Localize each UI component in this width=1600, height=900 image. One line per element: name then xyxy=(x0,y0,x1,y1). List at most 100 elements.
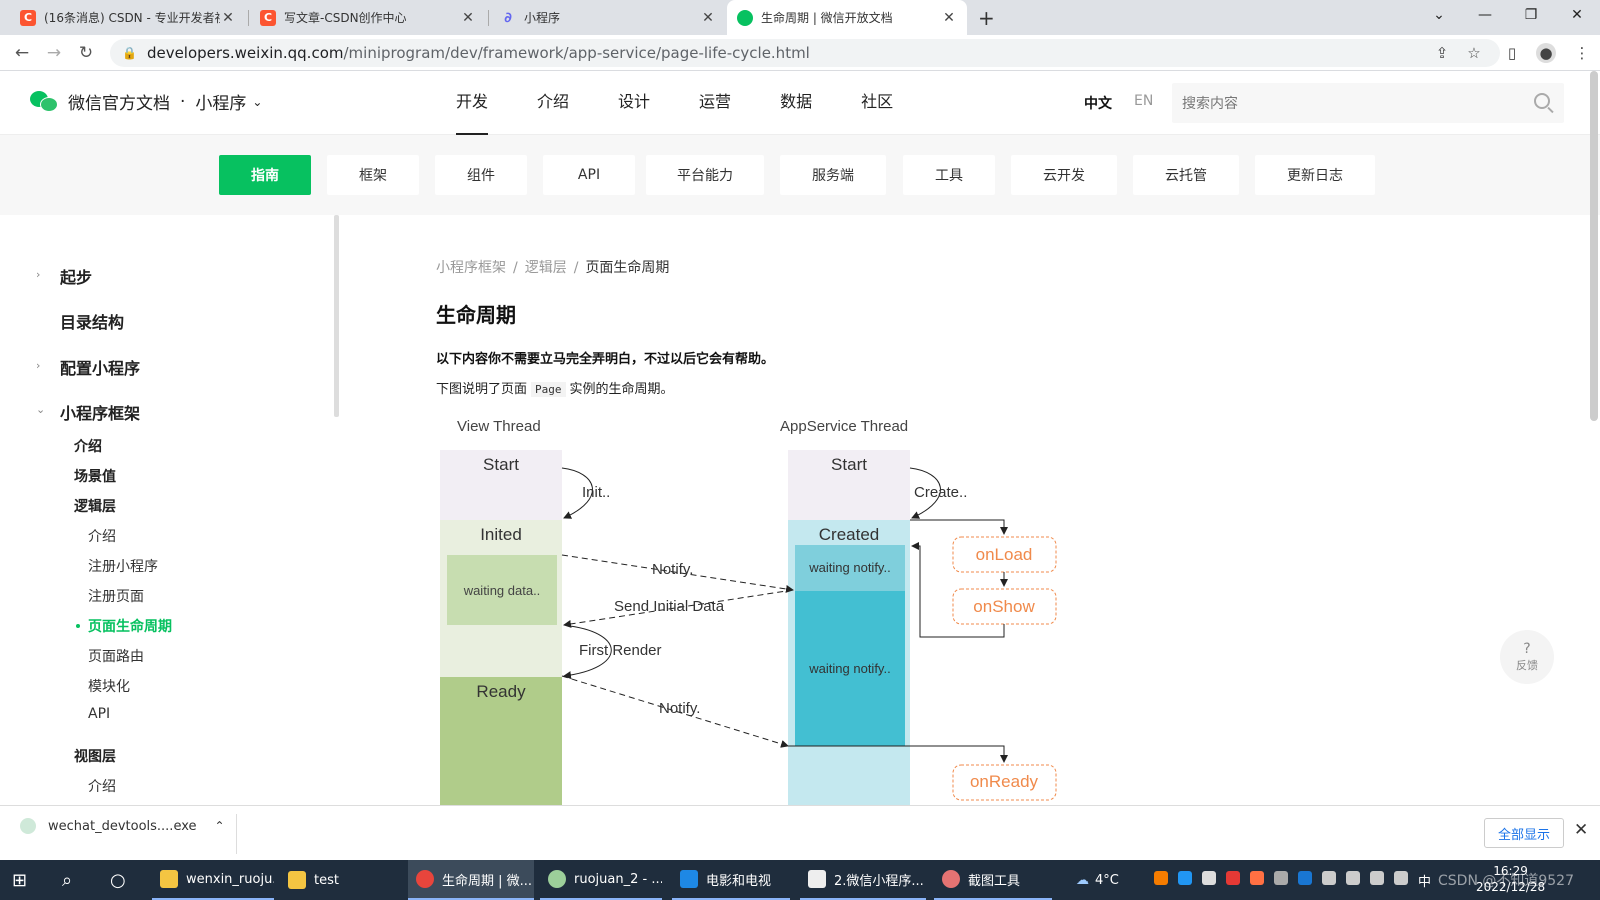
site-logo[interactable]: 微信官方文档 · 小程序 ⌄ xyxy=(30,89,262,114)
sidebar-item-getting-started[interactable]: 起步 xyxy=(60,264,92,288)
taskbar-label: 电影和电视 xyxy=(706,873,772,889)
tray-app-icon[interactable] xyxy=(1322,871,1336,885)
browser-tab-csdn-editor[interactable]: C 写文章-CSDN创作中心 ✕ xyxy=(250,0,486,35)
browser-tab-miniprogram[interactable]: ∂ 小程序 ✕ xyxy=(490,0,726,35)
sidebar-item-page-lifecycle[interactable]: 页面生命周期 xyxy=(88,616,172,636)
tray-shield-icon[interactable] xyxy=(1202,871,1216,885)
side-panel-icon[interactable]: ▯ xyxy=(1502,43,1522,63)
tab-search-icon[interactable]: ⌄ xyxy=(1416,0,1462,30)
nav-design[interactable]: 设计 xyxy=(618,71,650,135)
tray-app-icon[interactable] xyxy=(1178,871,1192,885)
new-tab-button[interactable]: + xyxy=(978,6,995,30)
show-all-button[interactable]: 全部显示 xyxy=(1484,818,1564,848)
waiting-notify-label-2: waiting notify.. xyxy=(808,661,890,676)
back-icon[interactable]: ← xyxy=(10,41,34,65)
subnav-server[interactable]: 服务端 xyxy=(780,155,886,195)
subnav-framework[interactable]: 框架 xyxy=(327,155,419,195)
windows-start-icon[interactable]: ⊞ xyxy=(12,860,36,900)
bookmark-star-icon[interactable]: ☆ xyxy=(1464,43,1484,63)
taskbar-folder-wenxin[interactable]: wenxin_ruoju... xyxy=(152,860,274,900)
taskbar-chrome[interactable]: 生命周期 | 微... xyxy=(408,860,534,900)
sidebar-item-directory[interactable]: 目录结构 xyxy=(60,309,124,333)
feedback-button[interactable]: ? 反馈 xyxy=(1500,630,1554,684)
restore-icon[interactable]: ❐ xyxy=(1508,0,1554,30)
weather-widget[interactable]: ☁ 4°C xyxy=(1076,860,1142,900)
taskbar-folder-test[interactable]: test xyxy=(280,860,390,900)
sidebar-item-scene[interactable]: 场景值 xyxy=(74,466,116,486)
taskbar-snipping[interactable]: 截图工具 xyxy=(934,860,1052,900)
chevron-down-icon[interactable]: ⌄ xyxy=(36,403,45,416)
nav-develop[interactable]: 开发 xyxy=(456,71,489,135)
search-input[interactable]: 搜索内容 xyxy=(1172,83,1564,123)
close-icon[interactable]: ✕ xyxy=(220,10,236,26)
subnav-changelog[interactable]: 更新日志 xyxy=(1255,155,1375,195)
sidebar-item-module[interactable]: 模块化 xyxy=(88,676,130,696)
taskbar-movies[interactable]: 电影和电视 xyxy=(672,860,790,900)
chevron-up-icon[interactable]: ⌃ xyxy=(215,819,225,833)
sidebar-item-api[interactable]: API xyxy=(88,706,110,722)
chevron-right-icon[interactable]: › xyxy=(36,268,40,281)
browser-tab-csdn[interactable]: C (16条消息) CSDN - 专业开发者社 ✕ xyxy=(10,0,246,35)
sidebar-item-page-route[interactable]: 页面路由 xyxy=(88,646,144,666)
tray-app-icon[interactable] xyxy=(1250,871,1264,885)
subnav-tools[interactable]: 工具 xyxy=(903,155,995,195)
close-icon[interactable]: ✕ xyxy=(941,10,957,26)
lifecycle-diagram: View Thread AppService Thread Start Init… xyxy=(440,418,1057,805)
subnav-api[interactable]: API xyxy=(543,155,635,195)
breadcrumb-logic[interactable]: 逻辑层 xyxy=(525,260,567,276)
window-close-icon[interactable]: ✕ xyxy=(1554,0,1600,30)
sidebar-item-register-app[interactable]: 注册小程序 xyxy=(88,556,158,576)
chevron-right-icon[interactable]: › xyxy=(36,359,40,372)
page-scrollbar[interactable] xyxy=(1590,71,1598,421)
browser-tab-lifecycle[interactable]: 生命周期 | 微信开放文档 ✕ xyxy=(727,0,967,35)
sidebar-item-config[interactable]: 配置小程序 xyxy=(60,355,140,379)
product-switcher[interactable]: 小程序 xyxy=(195,89,246,114)
minimize-icon[interactable]: — xyxy=(1462,0,1508,30)
ime-indicator[interactable]: 中 xyxy=(1418,860,1438,900)
nav-operate[interactable]: 运营 xyxy=(699,71,731,135)
lang-zh[interactable]: 中文 xyxy=(1084,93,1112,113)
sidebar-item-framework[interactable]: 小程序框架 xyxy=(60,400,140,424)
sidebar-item-view-layer[interactable]: 视图层 xyxy=(74,746,116,766)
close-icon[interactable]: ✕ xyxy=(460,10,476,26)
taskbar-devtools[interactable]: ruojuan_2 - ... xyxy=(540,860,662,900)
tray-app-icon[interactable] xyxy=(1274,871,1288,885)
task-view-icon[interactable]: ○ xyxy=(110,860,134,900)
subnav-platform[interactable]: 平台能力 xyxy=(646,155,764,195)
sidebar-item-intro[interactable]: 介绍 xyxy=(74,436,102,456)
sidebar-item-logic-layer[interactable]: 逻辑层 xyxy=(74,496,116,516)
nav-intro[interactable]: 介绍 xyxy=(537,71,569,135)
taskbar-typora[interactable]: 2.微信小程序... xyxy=(800,860,926,900)
subnav-cloud-hosting[interactable]: 云托管 xyxy=(1133,155,1239,195)
sidebar-item-view-intro[interactable]: 介绍 xyxy=(88,776,116,796)
nav-data[interactable]: 数据 xyxy=(780,71,812,135)
menu-kebab-icon[interactable]: ⋮ xyxy=(1572,43,1592,63)
close-icon[interactable]: ✕ xyxy=(700,10,716,26)
subnav-guide[interactable]: 指南 xyxy=(219,155,311,195)
wifi-icon[interactable] xyxy=(1370,871,1384,885)
profile-avatar-icon[interactable]: ● xyxy=(1536,43,1556,63)
subnav-cloud[interactable]: 云开发 xyxy=(1011,155,1117,195)
breadcrumb-framework[interactable]: 小程序框架 xyxy=(436,260,506,276)
sidebar-item-logic-intro[interactable]: 介绍 xyxy=(88,526,116,546)
bluetooth-icon[interactable] xyxy=(1298,871,1312,885)
address-bar[interactable]: 🔒 developers.weixin.qq.com/miniprogram/d… xyxy=(110,39,1500,67)
download-item[interactable]: wechat_devtools....exe ⌃ xyxy=(20,818,225,834)
reload-icon[interactable]: ↻ xyxy=(74,41,98,65)
tray-app-icon[interactable] xyxy=(1346,871,1360,885)
search-icon[interactable] xyxy=(1534,93,1550,109)
share-icon[interactable]: ⇪ xyxy=(1432,43,1452,63)
forward-icon[interactable]: → xyxy=(42,41,66,65)
close-icon[interactable]: ✕ xyxy=(1574,820,1588,840)
sidebar-item-register-page[interactable]: 注册页面 xyxy=(88,586,144,606)
tray-app-icon[interactable] xyxy=(1226,871,1240,885)
lang-en[interactable]: EN xyxy=(1134,93,1153,109)
subnav-components[interactable]: 组件 xyxy=(435,155,527,195)
search-icon[interactable]: ⌕ xyxy=(62,860,86,900)
typora-icon xyxy=(808,870,826,888)
notify-label-2: Notify. xyxy=(659,700,700,717)
tray-app-icon[interactable] xyxy=(1154,871,1168,885)
volume-icon[interactable] xyxy=(1394,871,1408,885)
onready-label: onReady xyxy=(970,772,1039,791)
nav-community[interactable]: 社区 xyxy=(861,71,893,135)
